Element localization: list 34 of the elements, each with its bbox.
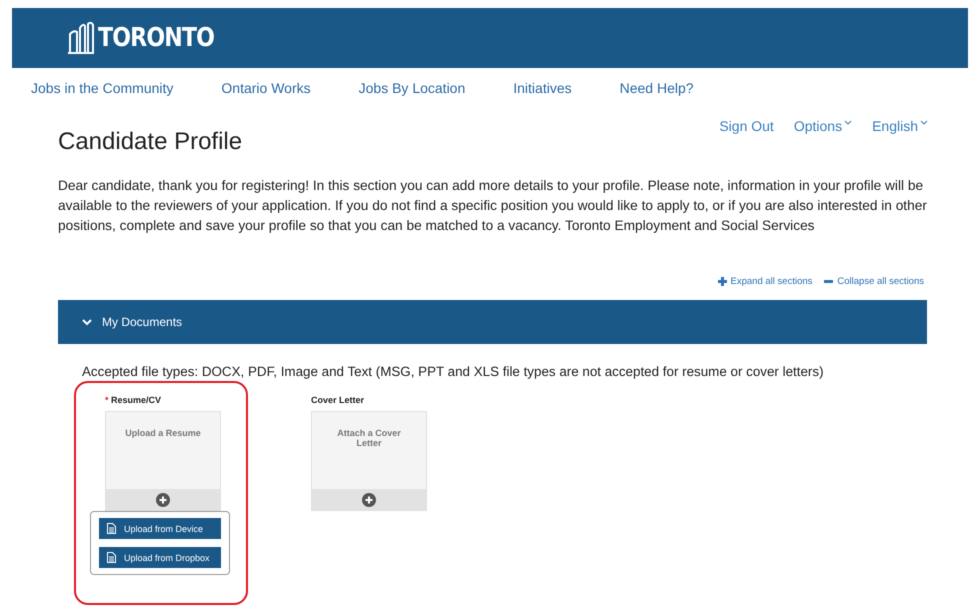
logo-wordmark[interactable]: TORONTO — [98, 23, 214, 53]
user-menu-link[interactable]: Sign Out — [719, 118, 774, 134]
document-label: Cover Letter — [311, 395, 366, 407]
upload-prompt: Attach a Cover Letter — [336, 427, 402, 450]
user-menu-link[interactable]: Options — [794, 118, 852, 134]
nav-link[interactable]: Initiatives — [513, 80, 572, 108]
page-title: Candidate Profile — [58, 128, 242, 156]
nav-link[interactable]: Jobs in the Community — [31, 80, 174, 108]
file-types-note: Accepted file types: DOCX, PDF, Image and Text (MSG, PPT and XLS file types are not accepted for resume or cover letters) — [82, 364, 825, 379]
upload-option-button[interactable]: Upload from Dropbox — [99, 547, 221, 568]
city-hall-logo-icon — [68, 22, 94, 54]
intro-paragraph: Dear candidate, thank you for registering! In this section you can add more details to your profile. Please note, information in your profile will be available to the reviewers of your application. If you do not find a specific position you would like to apply to, or if you are also interested in other positions, complete and save your profile so that you can be matched to a vacancy. Toronto Employment and Social Services — [58, 177, 928, 235]
add-icon[interactable] — [156, 492, 170, 506]
document-icon — [107, 552, 116, 563]
upload-card[interactable]: Attach a Cover Letter — [311, 411, 427, 511]
user-menu-link[interactable]: English — [872, 118, 928, 134]
nav-link[interactable]: Jobs By Location — [358, 80, 466, 108]
document-icon — [107, 523, 116, 534]
section-header[interactable]: My Documents — [58, 300, 927, 344]
upload-option-button[interactable]: Upload from Device — [99, 518, 221, 539]
minus-icon — [824, 277, 834, 286]
caret-icon — [920, 120, 928, 125]
section-toggle-link[interactable]: Collapse all sections — [824, 276, 924, 287]
document-label: * Resume/CV — [105, 395, 162, 407]
nav-link[interactable]: Ontario Works — [221, 80, 311, 108]
chevron-icon — [82, 318, 92, 326]
section-title: My Documents — [102, 315, 182, 329]
caret-icon — [844, 120, 852, 125]
upload-card[interactable]: Upload a Resume — [105, 411, 221, 511]
upload-prompt: Upload a Resume — [124, 427, 202, 440]
nav-link[interactable]: Need Help? — [620, 80, 694, 108]
add-icon[interactable] — [362, 492, 376, 506]
plus-icon — [718, 277, 727, 286]
section-toggle-link[interactable]: Expand all sections — [718, 276, 812, 287]
